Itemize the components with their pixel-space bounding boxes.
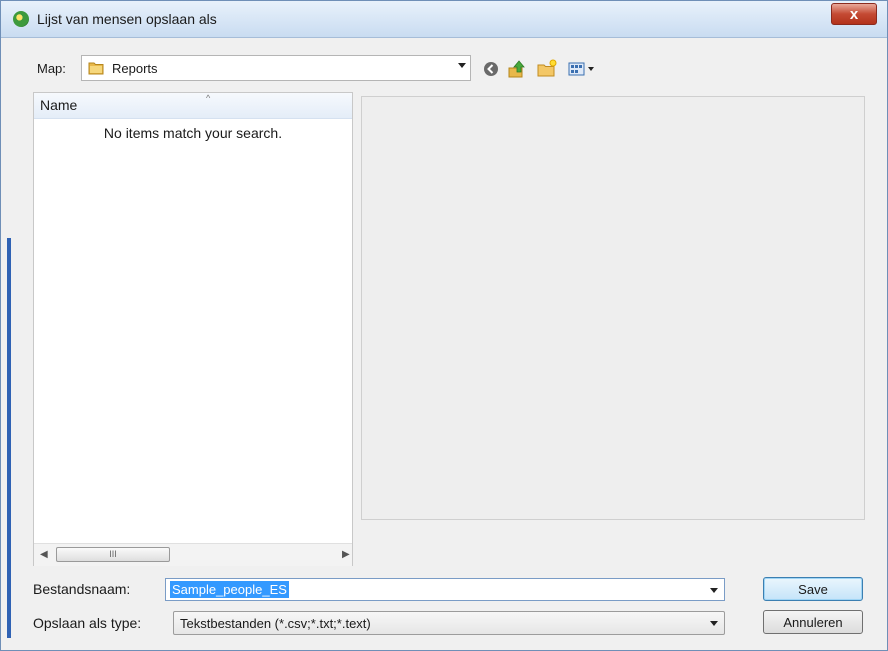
location-value: Reports: [112, 61, 158, 76]
save-button[interactable]: Save: [763, 577, 863, 601]
file-list[interactable]: Name ^ No items match your search. ◀ III…: [33, 92, 353, 566]
new-folder-icon[interactable]: [537, 59, 557, 79]
folder-icon: [88, 62, 104, 75]
left-border: [1, 38, 11, 650]
close-button[interactable]: x: [831, 3, 877, 25]
scrollbar-thumb[interactable]: III: [56, 547, 170, 562]
scroll-left-icon[interactable]: ◀: [40, 549, 48, 560]
up-folder-icon[interactable]: [507, 59, 527, 79]
view-menu-icon[interactable]: [567, 59, 597, 79]
filename-label: Bestandsnaam:: [33, 581, 131, 597]
column-header-name[interactable]: Name: [40, 97, 77, 113]
empty-list-message: No items match your search.: [103, 125, 283, 141]
chevron-down-icon[interactable]: [710, 621, 718, 626]
filetype-select[interactable]: Tekstbestanden (*.csv;*.txt;*.text): [173, 611, 725, 635]
title-bar[interactable]: Lijst van mensen opslaan als x: [1, 1, 887, 38]
left-border-accent: [7, 238, 11, 638]
cancel-button[interactable]: Annuleren: [763, 610, 863, 634]
location-label: Map:: [37, 61, 66, 76]
scroll-right-icon[interactable]: ▶: [342, 549, 350, 560]
save-as-dialog: Lijst van mensen opslaan als x Map: Repo…: [0, 0, 888, 651]
horizontal-scrollbar[interactable]: ◀ III ▶: [34, 543, 352, 566]
preview-pane: [361, 96, 865, 520]
app-icon: [13, 11, 29, 27]
list-header: Name ^: [34, 93, 352, 119]
filetype-label: Opslaan als type:: [33, 615, 142, 631]
close-icon: x: [849, 5, 859, 23]
chevron-down-icon[interactable]: [458, 63, 466, 68]
back-icon[interactable]: [481, 59, 501, 79]
location-dropdown[interactable]: Reports: [81, 55, 471, 81]
filename-value: Sample_people_ES: [170, 581, 289, 598]
window-title: Lijst van mensen opslaan als: [37, 11, 217, 27]
filetype-value: Tekstbestanden (*.csv;*.txt;*.text): [180, 616, 371, 631]
filename-input[interactable]: Sample_people_ES: [165, 578, 725, 601]
sort-ascending-icon: ^: [206, 93, 211, 103]
chevron-down-icon[interactable]: [710, 588, 718, 593]
